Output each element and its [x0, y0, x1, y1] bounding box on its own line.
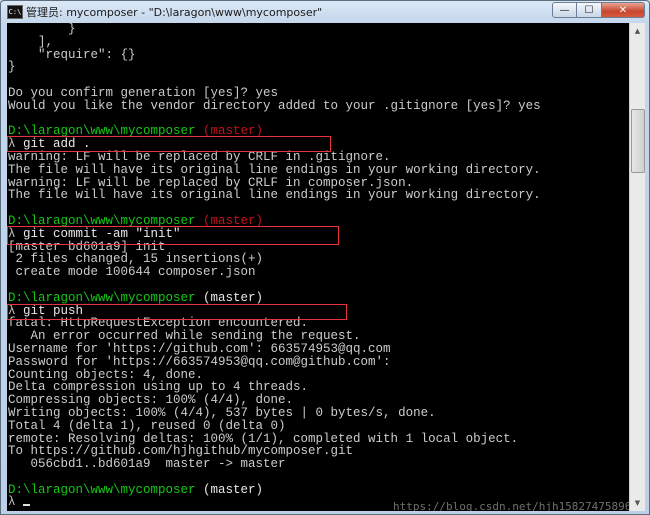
output-line: Compressing objects: 100% (4/4), done. [8, 393, 294, 408]
console-lines: } ], "require": {}} Do you confirm genera… [8, 23, 541, 509]
lambda-prompt-icon: λ [8, 495, 16, 510]
close-button[interactable]: ✕ [602, 2, 645, 18]
output-line: ], [8, 34, 54, 49]
output-line: Would you like the vendor directory adde… [8, 98, 541, 113]
prompt-line: D:\laragon\www\mycomposer (master) [8, 290, 541, 305]
watermark-text: https://blog.csdn.net/hjh15827475896 [393, 500, 629, 511]
output-line: An error occurred while sending the requ… [8, 329, 361, 344]
console-output-area[interactable]: } ], "require": {}} Do you confirm genera… [7, 23, 629, 511]
git-branch-label: (master) [203, 290, 264, 305]
output-line: } [8, 23, 76, 36]
output-line: create mode 100644 composer.json [8, 265, 256, 280]
prompt-path: D:\laragon\www\mycomposer [8, 482, 196, 497]
output-line: The file will have its original line end… [8, 162, 541, 177]
vertical-scrollbar[interactable]: ▲ ▼ [629, 23, 645, 511]
output-line: warning: LF will be replaced by CRLF in … [8, 149, 391, 164]
highlight-box-git-push [7, 304, 347, 320]
output-line: "require": {} [8, 47, 136, 62]
window-title: 管理员: mycomposer - "D:\laragon\www\mycomp… [26, 6, 323, 19]
minimize-button[interactable]: — [552, 2, 577, 18]
output-line: The file will have its original line end… [8, 188, 541, 203]
terminal-window: C:\ 管理员: mycomposer - "D:\laragon\www\my… [0, 0, 650, 515]
output-line: 056cbd1..bd601a9 master -> master [8, 457, 286, 472]
window-controls: — ☐ ✕ [552, 2, 645, 18]
output-line: } [8, 60, 16, 75]
output-line: Do you confirm generation [yes]? yes [8, 85, 279, 100]
output-line: Total 4 (delta 1), reused 0 (delta 0) [8, 418, 286, 433]
output-line: Writing objects: 100% (4/4), 537 bytes |… [8, 405, 436, 420]
console-app-icon[interactable]: C:\ [7, 5, 23, 19]
highlight-box-git-commit [7, 226, 339, 245]
highlight-box-git-add [7, 136, 331, 152]
output-line: Username for 'https://github.com': 66357… [8, 341, 391, 356]
text-cursor [23, 504, 31, 507]
scroll-up-arrow-icon[interactable]: ▲ [630, 23, 645, 39]
prompt-line: D:\laragon\www\mycomposer (master) [8, 482, 541, 497]
output-line: Password for 'https://663574953@qq.com@g… [8, 354, 391, 369]
git-branch-label: (master) [203, 482, 264, 497]
scroll-down-arrow-icon[interactable]: ▼ [630, 495, 645, 511]
title-bar[interactable]: C:\ 管理员: mycomposer - "D:\laragon\www\my… [1, 1, 649, 23]
scrollbar-thumb[interactable] [631, 109, 645, 173]
maximize-button[interactable]: ☐ [577, 2, 602, 18]
